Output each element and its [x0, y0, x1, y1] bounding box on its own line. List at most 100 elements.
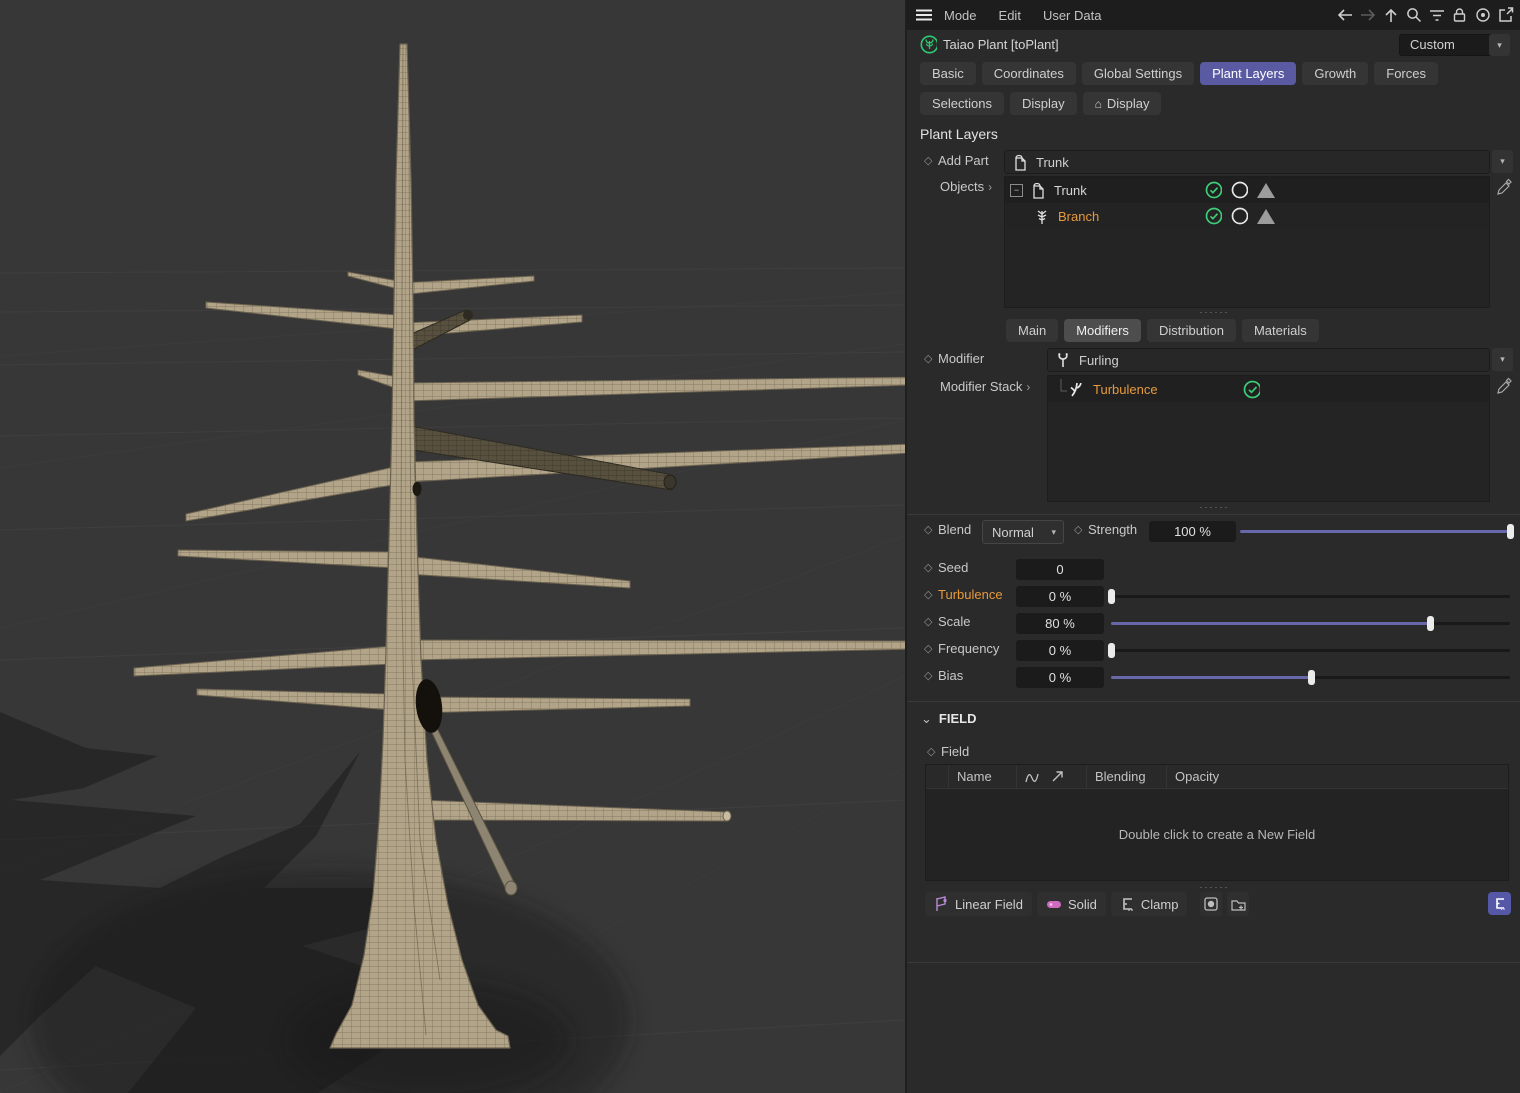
- plant-object-icon: [920, 35, 937, 54]
- subtab-materials[interactable]: Materials: [1241, 319, 1319, 342]
- subtab-row: Main Modifiers Distribution Materials: [1006, 319, 1319, 342]
- solid-icon: [1046, 900, 1061, 908]
- radial-falloff-button[interactable]: [1200, 892, 1223, 916]
- scale-row: ◇ Scale: [924, 614, 971, 629]
- search-icon[interactable]: [1405, 7, 1422, 24]
- bias-slider[interactable]: [1111, 667, 1510, 688]
- strength-slider[interactable]: [1240, 521, 1514, 542]
- pick-object-eyedropper-icon[interactable]: [1496, 178, 1512, 196]
- object-row-branch[interactable]: Branch: [1005, 203, 1489, 229]
- visibility-circle-icon[interactable]: [1231, 181, 1248, 199]
- furling-modifier-icon: [1054, 352, 1071, 369]
- scale-slider[interactable]: [1111, 613, 1510, 634]
- pick-modifier-eyedropper-icon[interactable]: [1496, 377, 1512, 395]
- field-label: Field: [941, 744, 970, 759]
- diamond-icon: ◇: [924, 643, 933, 655]
- triangle-icon[interactable]: [1257, 208, 1275, 224]
- panel-resize-handle[interactable]: ······: [907, 883, 1520, 892]
- seed-value-field[interactable]: 0: [1016, 559, 1104, 580]
- triangle-icon[interactable]: [1257, 182, 1275, 198]
- tab-coordinates[interactable]: Coordinates: [981, 62, 1076, 85]
- tab-display[interactable]: Display: [1009, 92, 1077, 115]
- modifier-row-turbulence[interactable]: Turbulence: [1048, 376, 1489, 402]
- circle-in-square-icon: [1204, 897, 1219, 911]
- solid-button[interactable]: Solid: [1036, 892, 1106, 916]
- field-table-header: Name Blending Opacity: [926, 765, 1508, 789]
- filter-icon[interactable]: [1428, 7, 1445, 24]
- modifier-dropdown-arrow[interactable]: ▾: [1492, 348, 1513, 371]
- tab-selections[interactable]: Selections: [920, 92, 1004, 115]
- forward-arrow-icon[interactable]: [1359, 7, 1376, 24]
- modifier-stack-list[interactable]: Turbulence: [1047, 375, 1490, 502]
- collapse-expander-icon[interactable]: −: [1010, 183, 1023, 197]
- tab-basic[interactable]: Basic: [920, 62, 976, 85]
- field-table-empty-area[interactable]: Double click to create a New Field: [926, 789, 1508, 880]
- preset-dropdown[interactable]: Custom: [1399, 34, 1497, 56]
- enabled-check-icon[interactable]: [1243, 380, 1260, 398]
- tab-forces[interactable]: Forces: [1374, 62, 1438, 85]
- external-link-icon[interactable]: [1497, 7, 1514, 24]
- slider-handle[interactable]: [1427, 616, 1435, 631]
- linear-field-button[interactable]: Linear Field: [925, 892, 1032, 916]
- hamburger-menu-icon[interactable]: [915, 7, 932, 24]
- house-icon: ⌂: [1094, 97, 1102, 111]
- blend-mode-dropdown[interactable]: Normal ▾: [982, 520, 1064, 544]
- objects-label-row[interactable]: Objects ›: [940, 179, 992, 194]
- turbulence-row: ◇ Turbulence: [924, 587, 1003, 602]
- turbulence-slider[interactable]: [1108, 586, 1510, 607]
- scale-value-field[interactable]: 80 %: [1016, 613, 1104, 634]
- field-section-header[interactable]: ⌄ FIELD: [921, 711, 976, 727]
- enabled-check-icon[interactable]: [1205, 207, 1222, 225]
- subtab-distribution[interactable]: Distribution: [1146, 319, 1236, 342]
- slider-handle[interactable]: [1307, 670, 1315, 685]
- modifier-stack-label-row[interactable]: Modifier Stack ›: [940, 379, 1030, 394]
- 3d-viewport[interactable]: [0, 0, 905, 1093]
- preset-dropdown-arrow[interactable]: ▾: [1489, 34, 1510, 56]
- diamond-icon: ◇: [1074, 524, 1083, 536]
- modifier-dropdown[interactable]: Furling: [1047, 348, 1490, 372]
- panel-resize-handle[interactable]: ······: [907, 308, 1520, 317]
- field-label-row: ◇ Field: [927, 744, 969, 759]
- frequency-slider[interactable]: [1108, 640, 1510, 661]
- frequency-label: Frequency: [938, 641, 1000, 656]
- object-name[interactable]: Branch: [1058, 209, 1099, 224]
- object-row-trunk[interactable]: − Trunk: [1005, 177, 1489, 203]
- frequency-value-field[interactable]: 0 %: [1016, 640, 1104, 661]
- menu-user-data[interactable]: User Data: [1043, 8, 1102, 23]
- tab-row-1: Basic Coordinates Global Settings Plant …: [920, 62, 1438, 85]
- tab-display-shading[interactable]: ⌂ Display: [1082, 92, 1162, 115]
- back-arrow-icon[interactable]: [1336, 7, 1353, 24]
- lock-icon[interactable]: [1451, 7, 1468, 24]
- subtab-main[interactable]: Main: [1006, 319, 1059, 342]
- menu-edit[interactable]: Edit: [999, 8, 1021, 23]
- panel-resize-handle[interactable]: ······: [907, 503, 1520, 512]
- turbulence-value-field[interactable]: 0 %: [1016, 586, 1104, 607]
- add-part-dropdown[interactable]: Trunk: [1004, 150, 1490, 174]
- enabled-check-icon[interactable]: [1205, 181, 1222, 199]
- target-icon[interactable]: [1474, 7, 1491, 24]
- up-arrow-icon[interactable]: [1382, 7, 1399, 24]
- blend-label: Blend: [938, 522, 972, 537]
- tab-growth[interactable]: Growth: [1302, 62, 1369, 85]
- subtab-modifiers[interactable]: Modifiers: [1064, 319, 1141, 342]
- slider-handle[interactable]: [1507, 524, 1514, 539]
- add-part-dropdown-arrow[interactable]: ▾: [1492, 150, 1513, 173]
- field-table[interactable]: Name Blending Opacity Double click to cr…: [925, 764, 1509, 881]
- clamp-mode-toggle-button[interactable]: [1488, 892, 1511, 915]
- application-window: Mode Edit User Data Taiao Plant [toPlant…: [0, 0, 1520, 1093]
- new-folder-button[interactable]: [1227, 892, 1250, 916]
- diamond-icon: ◇: [924, 616, 933, 628]
- modifier-name[interactable]: Turbulence: [1093, 382, 1158, 397]
- strength-value-field[interactable]: 100 %: [1149, 521, 1236, 542]
- clamp-button[interactable]: Clamp: [1110, 892, 1188, 916]
- visibility-circle-icon[interactable]: [1231, 207, 1248, 225]
- object-name[interactable]: Trunk: [1054, 183, 1087, 198]
- objects-list[interactable]: − Trunk Branch: [1004, 176, 1490, 308]
- slider-handle[interactable]: [1108, 589, 1115, 604]
- tab-global-settings[interactable]: Global Settings: [1081, 62, 1195, 85]
- field-toolbar: Linear Field Solid Clamp: [925, 892, 1250, 916]
- menu-mode[interactable]: Mode: [944, 8, 977, 23]
- slider-handle[interactable]: [1108, 643, 1115, 658]
- tab-plant-layers[interactable]: Plant Layers: [1200, 62, 1297, 85]
- bias-value-field[interactable]: 0 %: [1016, 667, 1104, 688]
